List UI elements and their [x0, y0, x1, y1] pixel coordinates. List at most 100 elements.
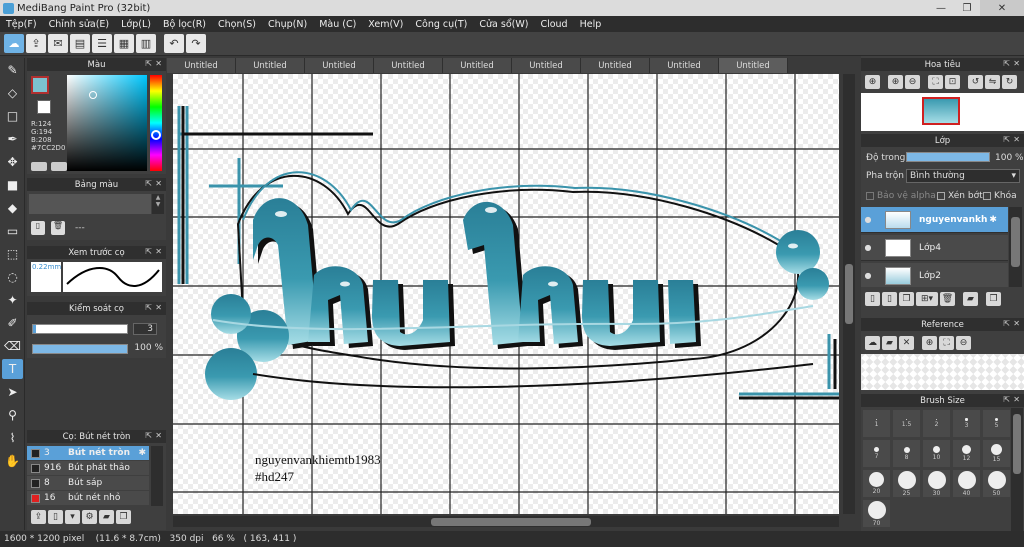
- cloud-icon[interactable]: ☁: [4, 34, 24, 53]
- panel-close-icon[interactable]: ✕: [155, 303, 162, 312]
- layer-item[interactable]: ● Lớp2: [861, 263, 1008, 287]
- zoom-in-icon[interactable]: ⊕: [865, 75, 880, 89]
- magic-wand-tool-icon[interactable]: ✦: [2, 290, 23, 310]
- layer-folder-icon[interactable]: ▰: [963, 292, 978, 306]
- color-mode-button[interactable]: [31, 162, 47, 171]
- menu-cloud[interactable]: Cloud: [534, 19, 573, 30]
- operation-tool-icon[interactable]: ➤: [2, 382, 23, 402]
- zoom-out-icon[interactable]: ⊖: [905, 75, 920, 89]
- panel-float-icon[interactable]: ⇱: [145, 303, 152, 312]
- navigator-viewport[interactable]: [922, 97, 960, 125]
- grid-icon[interactable]: ▦: [114, 34, 134, 53]
- eraser-tool-icon[interactable]: ◇: [2, 83, 23, 103]
- background-color-swatch[interactable]: [37, 100, 51, 114]
- brush-item[interactable]: 916 Bút phát thảo: [27, 461, 149, 475]
- select-pen-tool-icon[interactable]: ✐: [2, 313, 23, 333]
- panel-close-icon[interactable]: ✕: [155, 59, 162, 68]
- lock-checkbox[interactable]: Khóa: [983, 191, 1017, 201]
- upload-icon[interactable]: ⇪: [26, 34, 46, 53]
- navigator-preview[interactable]: [861, 93, 1024, 131]
- panel-float-icon[interactable]: ⇱: [1003, 135, 1010, 144]
- add-layer-dropdown-icon[interactable]: ⊞▾: [916, 292, 938, 306]
- color-picker-handle[interactable]: [89, 91, 97, 99]
- blend-mode-select[interactable]: Bình thường ▾: [906, 169, 1020, 183]
- panel-close-icon[interactable]: ✕: [1013, 135, 1020, 144]
- comment-icon[interactable]: ✉: [48, 34, 68, 53]
- hand-tool-icon[interactable]: ✋: [2, 451, 23, 471]
- brush-size-cell[interactable]: 12: [953, 440, 980, 467]
- eye-icon[interactable]: ●: [861, 215, 875, 224]
- brush-size-cell[interactable]: 3: [953, 410, 980, 437]
- brush-copy-icon[interactable]: ❐: [116, 510, 131, 524]
- select-eraser-tool-icon[interactable]: ⌫: [2, 336, 23, 356]
- close-button[interactable]: ✕: [980, 0, 1024, 16]
- tab-document[interactable]: Untitled: [236, 58, 305, 73]
- reference-open-icon[interactable]: ▰: [882, 336, 897, 350]
- panel-float-icon[interactable]: ⇱: [1003, 395, 1010, 404]
- move-tool-icon[interactable]: ✥: [2, 152, 23, 172]
- panel-close-icon[interactable]: ✕: [155, 247, 162, 256]
- brush-dropdown-icon[interactable]: ▾: [65, 510, 80, 524]
- gear-icon[interactable]: ✱: [138, 448, 146, 458]
- brush-item[interactable]: 3 Bút nét tròn ✱: [27, 446, 149, 460]
- dropper-tool-icon[interactable]: ⌇: [2, 428, 23, 448]
- reference-image-area[interactable]: [861, 354, 1024, 390]
- palette-swatch-area[interactable]: [29, 194, 151, 214]
- layer-copy-icon[interactable]: ❐: [899, 292, 914, 306]
- bucket-tool-icon[interactable]: ◆: [2, 198, 23, 218]
- panel-close-icon[interactable]: ✕: [155, 179, 162, 188]
- layer-scrollbar[interactable]: [1009, 207, 1022, 287]
- pen-tool-icon[interactable]: ✒: [2, 129, 23, 149]
- protect-alpha-checkbox[interactable]: Bảo vệ alpha: [866, 191, 936, 201]
- canvas-horizontal-scrollbar[interactable]: [173, 516, 839, 527]
- new-layer-icon[interactable]: ▯: [865, 292, 880, 306]
- eyedropper-tool-icon[interactable]: ⚲: [2, 405, 23, 425]
- restore-button[interactable]: ❐: [954, 0, 980, 16]
- menu-color[interactable]: Màu (C): [313, 19, 362, 30]
- saturation-value-picker[interactable]: [67, 75, 147, 171]
- text-tool-icon[interactable]: T: [2, 359, 23, 379]
- layer-item[interactable]: ● nguyenvankh ✱: [861, 207, 1008, 233]
- brush-size-cell[interactable]: 1.5: [893, 410, 920, 437]
- reference-cloud-icon[interactable]: ☁: [865, 336, 880, 350]
- brush-size-cell[interactable]: 1: [863, 410, 890, 437]
- page-icon[interactable]: ▤: [70, 34, 90, 53]
- menu-snap[interactable]: Chụp(N): [262, 19, 313, 30]
- reference-zoom-out-icon[interactable]: ⊖: [956, 336, 971, 350]
- eye-icon[interactable]: ●: [861, 243, 875, 252]
- panel-close-icon[interactable]: ✕: [1013, 319, 1020, 328]
- menu-tools[interactable]: Công cụ(T): [409, 19, 473, 30]
- zoom-in-2-icon[interactable]: ⊕: [888, 75, 903, 89]
- tab-document[interactable]: Untitled: [374, 58, 443, 73]
- tab-document[interactable]: Untitled: [305, 58, 374, 73]
- lasso-tool-icon[interactable]: ◌: [2, 267, 23, 287]
- brush-size-cell[interactable]: 40: [953, 470, 980, 497]
- delete-palette-icon[interactable]: 🗑: [51, 221, 65, 235]
- flip-icon[interactable]: ⇋: [985, 75, 1000, 89]
- menu-select[interactable]: Chọn(S): [212, 19, 262, 30]
- panel-float-icon[interactable]: ⇱: [145, 431, 152, 440]
- panel-float-icon[interactable]: ⇱: [145, 247, 152, 256]
- tab-document-active[interactable]: Untitled: [719, 58, 788, 73]
- panel-float-icon[interactable]: ⇱: [1003, 59, 1010, 68]
- menu-window[interactable]: Cửa sổ(W): [473, 19, 534, 30]
- brush-size-slider[interactable]: [32, 324, 128, 334]
- panel-float-icon[interactable]: ⇱: [1003, 319, 1010, 328]
- reference-close-icon[interactable]: ✕: [899, 336, 914, 350]
- tab-document[interactable]: Untitled: [512, 58, 581, 73]
- add-brush-icon[interactable]: ⇪: [31, 510, 46, 524]
- brush-size-cell[interactable]: 70: [863, 500, 890, 527]
- undo-icon[interactable]: ↶: [164, 34, 184, 53]
- canvas-vertical-scrollbar[interactable]: [843, 74, 855, 514]
- select-rect-tool-icon[interactable]: ⬚: [2, 244, 23, 264]
- brush-size-cell[interactable]: 15: [983, 440, 1010, 467]
- menu-edit[interactable]: Chỉnh sửa(E): [43, 19, 116, 30]
- color-swap-button[interactable]: [51, 162, 67, 171]
- brush-size-cell[interactable]: 25: [893, 470, 920, 497]
- new-palette-icon[interactable]: ▯: [31, 221, 45, 235]
- brush-size-value[interactable]: 3: [133, 323, 157, 335]
- brush-item[interactable]: 8 Bút sáp: [27, 476, 149, 490]
- gradient-tool-icon[interactable]: ▭: [2, 221, 23, 241]
- layer-merge-icon[interactable]: ❐: [986, 292, 1001, 306]
- rotate-right-icon[interactable]: ↻: [1002, 75, 1017, 89]
